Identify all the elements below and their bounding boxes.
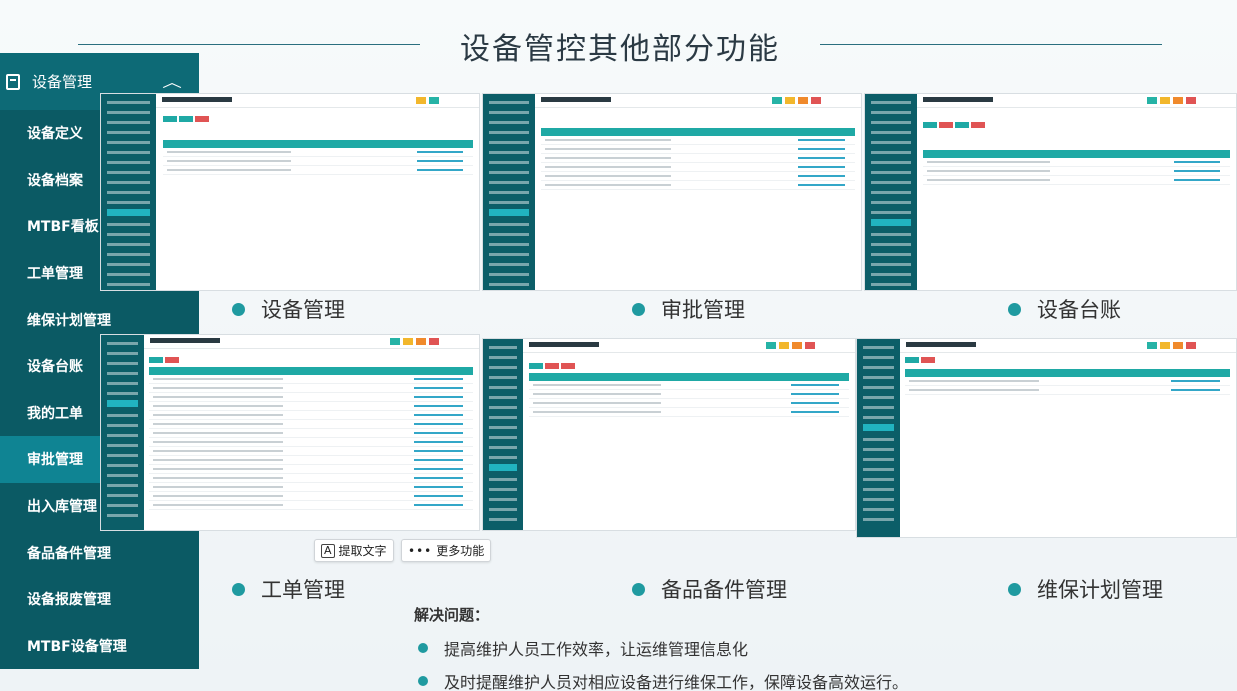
- more-icon: •••: [408, 543, 433, 558]
- title-divider-right: [820, 44, 1162, 45]
- screenshot-equipment-management: [100, 93, 480, 291]
- extract-text-label: 提取文字: [338, 544, 387, 558]
- module-label-equipment: 设备管理: [232, 294, 345, 324]
- extract-text-button[interactable]: A 提取文字: [314, 539, 394, 562]
- module-label-work-orders: 工单管理: [232, 574, 345, 604]
- module-label-maintenance-plan: 维保计划管理: [1008, 574, 1163, 604]
- title-divider-left: [78, 44, 420, 45]
- screenshot-work-order-management: [100, 334, 480, 531]
- solution-point: 及时提醒维护人员对相应设备进行维保工作，保障设备高效运行。: [418, 669, 908, 691]
- solution-point-text: 及时提醒维护人员对相应设备进行维保工作，保障设备高效运行。: [444, 673, 909, 691]
- bullet-dot: [1008, 582, 1021, 596]
- bullet-dot: [418, 676, 428, 686]
- page-title: 设备管控其他部分功能: [460, 32, 780, 67]
- more-features-button[interactable]: ••• 更多功能: [401, 539, 492, 562]
- module-label-text: 审批管理: [661, 298, 745, 322]
- sidebar-item-mtbf-equipment[interactable]: MTBF设备管理: [0, 623, 199, 670]
- bullet-dot: [232, 302, 245, 316]
- sidebar-item-scrap[interactable]: 设备报废管理: [0, 576, 199, 623]
- module-label-text: 维保计划管理: [1037, 578, 1163, 602]
- module-label-text: 设备台账: [1037, 298, 1121, 322]
- bullet-dot: [418, 643, 428, 653]
- screenshot-spare-parts-management: [482, 338, 856, 531]
- chevron-up-icon[interactable]: ︿: [162, 72, 182, 92]
- module-label-text: 工单管理: [261, 578, 345, 602]
- screenshot-approval-management: [482, 93, 862, 291]
- screenshot-equipment-ledger: [864, 93, 1237, 291]
- bullet-dot: [232, 582, 245, 596]
- sidebar-header-label: 设备管理: [32, 73, 93, 91]
- module-label-approval: 审批管理: [632, 294, 745, 324]
- solution-point: 提高维护人员工作效率，让运维管理信息化: [418, 636, 748, 660]
- module-label-ledger: 设备台账: [1008, 294, 1121, 324]
- more-features-label: 更多功能: [436, 544, 485, 558]
- module-label-spare-parts: 备品备件管理: [632, 574, 787, 604]
- device-icon: [6, 73, 20, 90]
- solution-title: 解决问题：: [414, 606, 490, 624]
- bullet-dot: [632, 582, 645, 596]
- sidebar-item-spare-parts[interactable]: 备品备件管理: [0, 529, 199, 576]
- solution-point-text: 提高维护人员工作效率，让运维管理信息化: [444, 640, 749, 659]
- text-extract-icon: A: [321, 543, 335, 558]
- bullet-dot: [1008, 302, 1021, 316]
- screenshot-maintenance-plan-management: [856, 338, 1237, 538]
- module-label-text: 设备管理: [261, 298, 345, 322]
- module-label-text: 备品备件管理: [661, 578, 787, 602]
- bullet-dot: [632, 302, 645, 316]
